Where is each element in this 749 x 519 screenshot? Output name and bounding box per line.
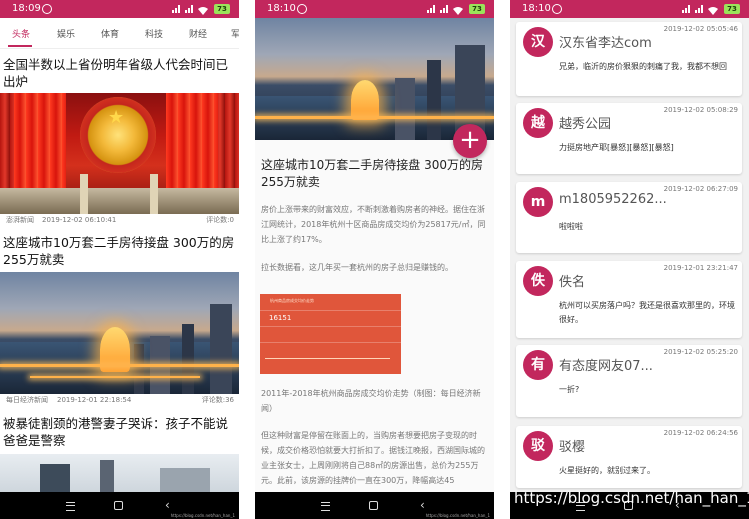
avatar: 越: [523, 108, 553, 138]
back-button[interactable]: ‹: [420, 499, 425, 512]
status-time: 18:10: [267, 3, 296, 14]
signal-icon: [440, 5, 449, 13]
android-nav-bar: ‹ https://blog.csdn.net/han_han_1: [0, 492, 239, 519]
news-source: 每日经济新闻: [6, 396, 48, 404]
article-paragraph: 房价上涨带来的财富效应，不断刺激着购房者的神经。据住在浙江网统计，2018年杭州…: [261, 205, 486, 244]
wifi-icon: [198, 4, 208, 15]
comment-card[interactable]: 有 有态度网友07... 2019-12-02 05:25:20 一折?: [516, 345, 742, 417]
comment-body: 一折?: [559, 385, 580, 394]
battery-icon: 73: [724, 4, 740, 14]
article-detail-screen: 18:10 73 + 这座城市10万套二手房待接盘 300万的房255万就卖 房…: [255, 0, 494, 519]
menu-button[interactable]: [66, 502, 75, 511]
watermark: https://blog.csdn.net/han_han_1: [514, 489, 749, 507]
back-button[interactable]: ‹: [165, 499, 170, 512]
comment-body: 啦啦啦: [559, 222, 583, 231]
news-image[interactable]: ★: [0, 93, 239, 214]
chart-value: 16151: [269, 314, 292, 322]
status-bar: 18:10 73: [255, 0, 494, 18]
comment-time: 2019-12-02 05:05:46: [663, 25, 738, 33]
tab-headlines[interactable]: 头条: [12, 27, 30, 40]
signal-icon: [185, 5, 194, 13]
news-meta: 澎湃新闻 2019-12-02 06:10:41 评论数:0: [0, 214, 239, 226]
tab-indicator: [8, 45, 32, 47]
avatar: 有: [523, 350, 553, 380]
chart-caption: 2011年-2018年杭州商品房成交均价走势（制图：每日经济新闻）: [261, 389, 481, 413]
comment-time: 2019-12-02 05:08:29: [663, 106, 738, 114]
chart-title: 杭州商品房成交均价走势: [270, 298, 314, 303]
comment-author: 驳樱: [559, 440, 586, 455]
home-button[interactable]: [369, 501, 378, 510]
wifi-icon: [708, 4, 718, 15]
comment-time: 2019-12-01 23:21:47: [663, 264, 738, 272]
tab-finance[interactable]: 财经: [189, 27, 207, 40]
category-tabs: 头条 娱乐 体育 科技 财经 军: [0, 18, 239, 49]
news-image[interactable]: [0, 454, 239, 494]
comment-author: 有态度网友07...: [559, 359, 653, 374]
comment-card[interactable]: 越 越秀公园 2019-12-02 05:08:29 力挺房地产耶[暴怒][暴怒…: [516, 103, 742, 174]
comment-count: 评论数:0: [206, 216, 234, 224]
signal-icon: [695, 5, 704, 13]
article-title: 这座城市10万套二手房待接盘 300万的房255万就卖: [261, 158, 483, 189]
comment-author: 越秀公园: [559, 117, 612, 132]
signal-icon: [427, 5, 436, 13]
avatar: 驳: [523, 431, 553, 461]
home-button[interactable]: [114, 501, 123, 510]
comment-author: 佚名: [559, 275, 586, 290]
news-time: 2019-12-01 22:18:54: [57, 396, 132, 404]
article-chart-image: 杭州商品房成交均价走势 16151: [260, 294, 401, 374]
avatar: m: [523, 187, 553, 217]
comment-author: 汉东省李达com: [559, 36, 652, 51]
tab-entertainment[interactable]: 娱乐: [57, 27, 75, 40]
comment-card[interactable]: m m1805952262... 2019-12-02 06:27:09 啦啦啦: [516, 182, 742, 253]
comment-card[interactable]: 佚 佚名 2019-12-01 23:21:47 杭州可以买房落户吗？我还是很喜…: [516, 261, 742, 338]
battery-icon: 73: [214, 4, 230, 14]
comment-time: 2019-12-02 06:27:09: [663, 185, 738, 193]
news-title[interactable]: 被暴徒割颈的港警妻子哭诉：孩子不能说爸爸是警察: [3, 415, 235, 449]
news-list-screen: 18:09 73 头条 娱乐 体育 科技 财经 军 全国半数以上省份明年省级人代…: [0, 0, 239, 519]
article-paragraph: 但这种财富是停留在账面上的，当购房者想要把房子变现的时候，成交价格恐怕就要大打折…: [261, 431, 485, 485]
news-image[interactable]: [0, 272, 239, 394]
comment-author: m1805952262...: [559, 192, 667, 207]
article-hero-image: [255, 18, 494, 140]
watermark: https://blog.csdn.net/han_han_1: [425, 513, 490, 518]
comment-body: 火星挺好的，就别过来了。: [559, 466, 655, 475]
news-title[interactable]: 全国半数以上省份明年省级人代会时间已出炉: [3, 56, 235, 90]
status-time: 18:09: [12, 3, 41, 14]
tab-military[interactable]: 军: [231, 27, 239, 40]
status-bar: 18:09 73: [0, 0, 239, 18]
news-source: 澎湃新闻: [6, 216, 34, 224]
comment-body: 兄弟，临沂的房价狠狠的刺痛了我，我都不想回: [559, 62, 727, 71]
signal-icon: [682, 5, 691, 13]
status-bar: 18:10 73: [510, 0, 749, 18]
signal-icon: [172, 5, 181, 13]
comments-screen: 18:10 73 汉 汉东省李达com 2019-12-02 05:05:46 …: [510, 0, 749, 519]
comment-card[interactable]: 汉 汉东省李达com 2019-12-02 05:05:46 兄弟，临沂的房价狠…: [516, 22, 742, 96]
comment-body: 杭州可以买房落户吗？我还是很喜欢那里的，环境很好。: [559, 301, 735, 324]
news-meta: 每日经济新闻 2019-12-01 22:18:54 评论数:36: [0, 394, 239, 406]
news-time: 2019-12-02 06:10:41: [42, 216, 117, 224]
alarm-icon: [552, 4, 562, 14]
battery-icon: 73: [469, 4, 485, 14]
comment-count: 评论数:36: [201, 396, 234, 404]
avatar: 佚: [523, 266, 553, 296]
article-paragraph: 拉长数据看，这几年买一套杭州的房子总归是赚钱的。: [261, 263, 453, 272]
tab-sports[interactable]: 体育: [101, 27, 119, 40]
status-time: 18:10: [522, 3, 551, 14]
watermark: https://blog.csdn.net/han_han_1: [170, 513, 235, 518]
menu-button[interactable]: [321, 502, 330, 511]
tab-tech[interactable]: 科技: [145, 27, 163, 40]
alarm-icon: [297, 4, 307, 14]
comment-time: 2019-12-02 06:24:56: [663, 429, 738, 437]
comment-card[interactable]: 驳 驳樱 2019-12-02 06:24:56 火星挺好的，就别过来了。: [516, 426, 742, 488]
android-nav-bar: ‹ https://blog.csdn.net/han_han_1: [255, 492, 494, 519]
news-title[interactable]: 这座城市10万套二手房待接盘 300万的房255万就卖: [3, 234, 235, 268]
wifi-icon: [453, 4, 463, 15]
add-fab-button[interactable]: +: [453, 124, 487, 158]
alarm-icon: [42, 4, 52, 14]
avatar: 汉: [523, 27, 553, 57]
comment-time: 2019-12-02 05:25:20: [663, 348, 738, 356]
comment-body: 力挺房地产耶[暴怒][暴怒][暴怒]: [559, 143, 674, 152]
